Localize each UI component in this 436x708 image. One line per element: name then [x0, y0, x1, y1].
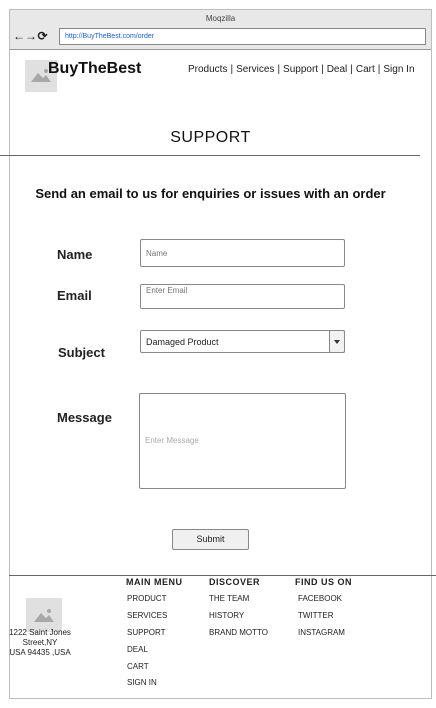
reload-icon[interactable]: ⟳ — [37, 29, 49, 43]
footer-main-menu: MAIN MENU PRODUCT SERVICES SUPPORT DEAL … — [126, 577, 183, 695]
footer-link-facebook[interactable]: FACEBOOK — [295, 594, 352, 611]
footer-link-product[interactable]: PRODUCT — [126, 594, 183, 611]
name-label: Name — [57, 247, 93, 262]
name-input[interactable] — [140, 239, 345, 267]
submit-button[interactable]: Submit — [172, 529, 249, 550]
message-textarea[interactable]: Enter Message — [139, 393, 346, 489]
nav-separator: | — [350, 64, 353, 75]
forward-arrow-icon[interactable]: → — [25, 29, 37, 43]
nav-separator: | — [321, 64, 324, 75]
brand-name[interactable]: BuyTheBest — [48, 60, 141, 78]
subject-label: Subject — [58, 345, 105, 360]
nav-link-products[interactable]: Products — [188, 64, 227, 75]
page-title: SUPPORT — [170, 129, 251, 146]
footer-heading: MAIN MENU — [126, 577, 183, 587]
subject-selected-value: Damaged Product — [146, 337, 219, 347]
address-line: Street,NY — [22, 638, 58, 647]
title-divider — [0, 155, 420, 156]
footer-link-brand-motto[interactable]: BRAND MOTTO — [209, 628, 268, 645]
footer-link-twitter[interactable]: TWITTER — [295, 611, 352, 628]
top-navigation: Products | Services | Support | Deal | Cart | Sign… — [188, 64, 415, 75]
footer-link-support[interactable]: SUPPORT — [126, 628, 183, 645]
nav-link-deal[interactable]: Deal — [327, 64, 348, 75]
message-placeholder: Enter Message — [145, 436, 199, 445]
email-input[interactable] — [140, 284, 345, 309]
nav-link-support[interactable]: Support — [283, 64, 318, 75]
footer-link-cart[interactable]: CART — [126, 662, 183, 678]
nav-separator: | — [230, 64, 234, 75]
footer-link-services[interactable]: SERVICES — [126, 611, 183, 628]
message-label: Message — [57, 410, 112, 425]
nav-link-cart[interactable]: Cart — [356, 64, 375, 75]
nav-link-services[interactable]: Services — [236, 64, 274, 75]
footer-find-us-on: FIND US ON FACEBOOK TWITTER INSTAGRAM — [295, 577, 352, 645]
browser-toolbar: Moqzilla ←→⟳ http://BuyTheBest.com/order — [10, 10, 431, 50]
footer-discover: DISCOVER THE TEAM HISTORY BRAND MOTTO — [209, 577, 268, 645]
footer-logo-image-icon — [26, 598, 62, 632]
address-bar[interactable]: http://BuyTheBest.com/order — [59, 28, 426, 45]
footer-link-deal[interactable]: DEAL — [126, 645, 183, 662]
footer-link-history[interactable]: HISTORY — [209, 611, 268, 628]
footer-link-the-team[interactable]: THE TEAM — [209, 594, 268, 611]
browser-nav-buttons: ←→⟳ — [13, 29, 49, 43]
nav-link-sign-in[interactable]: Sign In — [383, 64, 414, 75]
image-placeholder-icon — [34, 609, 54, 622]
footer-divider — [9, 575, 436, 576]
chevron-down-icon[interactable] — [329, 330, 345, 353]
window-title: Moqzilla — [205, 14, 236, 23]
email-label: Email — [57, 288, 92, 303]
address-line: 1222 Saint Jones — [9, 628, 71, 637]
nav-separator: | — [277, 64, 281, 75]
address-line: USA 94435 ,USA — [9, 648, 71, 657]
footer-link-sign-in[interactable]: SIGN IN — [126, 678, 183, 695]
footer-heading: FIND US ON — [295, 577, 353, 587]
footer-link-instagram[interactable]: INSTAGRAM — [295, 628, 352, 645]
footer-heading: DISCOVER — [209, 577, 261, 587]
back-arrow-icon[interactable]: ← — [13, 29, 25, 43]
intro-text: Send an email to us for enquiries or iss… — [35, 186, 386, 201]
subject-select[interactable]: Damaged Product — [140, 330, 345, 353]
footer-address: 1222 Saint Jones Street,NY USA 94435 ,US… — [0, 628, 80, 658]
